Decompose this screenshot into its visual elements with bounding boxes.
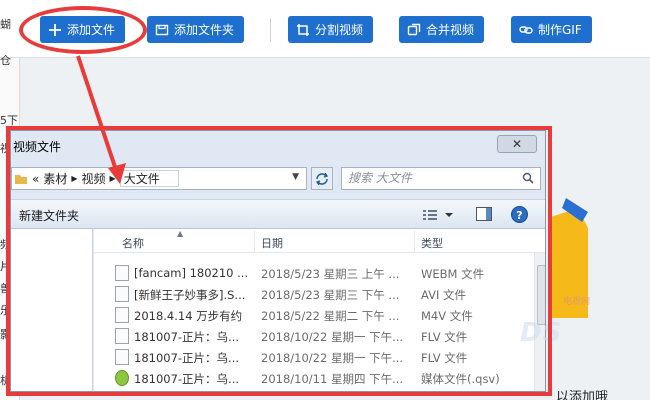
add-file-label: 添加文件	[67, 23, 116, 37]
file-type: WEBM 文件	[421, 267, 485, 281]
merge-video-label: 合并视频	[426, 23, 475, 37]
file-list: ▲ 名称 日期 类型 [fancam] 180210 ... 2018/5/23…	[94, 229, 545, 391]
media-file-icon	[115, 370, 129, 386]
file-name: 181007-正片：乌...	[134, 330, 240, 344]
view-options-button[interactable]	[421, 208, 455, 222]
navigation-pane[interactable]	[11, 229, 93, 391]
chevron-down-icon[interactable]: ▼	[292, 172, 299, 182]
split-video-button[interactable]: 分割视频	[288, 16, 374, 43]
make-gif-label: 制作GIF	[538, 23, 582, 37]
dialog-title: 视频文件	[13, 140, 62, 154]
breadcrumb-current[interactable]: 大文件	[119, 170, 179, 187]
video-file-icon	[115, 307, 129, 323]
command-bar: 新建文件夹 ?	[11, 199, 545, 229]
address-row: « 素材 ▶ 视频 ▶ 大文件 ▼ 搜索 大文件	[11, 167, 545, 193]
video-file-icon	[115, 349, 129, 365]
file-row[interactable]: 2018.4.14 万步有约 2018/5/22 星期二 下午 ... M4V …	[94, 305, 534, 325]
file-row[interactable]: 181007-正片：乌... 2018/10/22 星期一 下午... FLV …	[94, 326, 534, 346]
file-row[interactable]: [新鲜王子妙事多].S... 2018/5/23 星期三 下午 ... AVI …	[94, 284, 534, 304]
address-bar[interactable]: « 素材 ▶ 视频 ▶ 大文件 ▼	[11, 167, 307, 190]
scrollbar-thumb[interactable]	[537, 265, 545, 325]
bg-text: 5下	[0, 114, 18, 127]
merge-video-button[interactable]: 合并视频	[399, 16, 485, 43]
video-file-icon	[115, 328, 129, 344]
bg-text: 蝴	[0, 18, 11, 31]
watermark-logo: DS	[520, 318, 563, 348]
folder-icon	[155, 23, 169, 37]
breadcrumb-root[interactable]: «	[32, 172, 39, 186]
chevron-right-icon: ▶	[109, 174, 116, 183]
breadcrumb-item[interactable]: 视频	[82, 170, 106, 187]
chevron-right-icon: ▶	[71, 174, 78, 183]
file-date: 2018/10/22 星期一 下午...	[261, 351, 404, 365]
file-name: 2018.4.14 万步有约	[134, 309, 243, 323]
search-placeholder: 搜索 大文件	[348, 171, 412, 185]
file-row[interactable]: [fancam] 180210 ... 2018/5/23 星期三 上午 ...…	[94, 263, 534, 283]
video-file-icon	[115, 286, 129, 302]
file-type: FLV 文件	[421, 330, 468, 344]
file-type: FLV 文件	[421, 351, 468, 365]
file-type: AVI 文件	[421, 288, 467, 302]
watermark-text: 电视网	[563, 297, 591, 307]
add-file-button[interactable]: 添加文件	[40, 16, 126, 43]
file-name: [新鲜王子妙事多].S...	[134, 288, 246, 302]
refresh-button[interactable]	[311, 167, 333, 190]
file-name: [fancam] 180210 ...	[134, 266, 249, 280]
file-row[interactable]: 181007-正片：乌... 2018/10/11 星期四 下午... 媒体文件…	[94, 368, 534, 388]
toolbar-divider	[270, 18, 271, 42]
search-input[interactable]: 搜索 大文件	[341, 167, 541, 190]
refresh-icon	[315, 172, 329, 185]
column-divider[interactable]	[254, 231, 255, 251]
make-gif-button[interactable]: 制作GIF	[511, 16, 592, 43]
search-icon	[522, 172, 534, 184]
column-date[interactable]: 日期	[261, 235, 283, 251]
bg-text: 仓	[0, 54, 11, 67]
breadcrumb-item[interactable]: 素材	[43, 170, 67, 187]
link-icon	[519, 23, 533, 37]
background-hint-text: 以添加哦	[556, 390, 609, 400]
file-name: 181007-正片：乌...	[134, 351, 240, 365]
new-folder-button[interactable]: 新建文件夹	[19, 207, 79, 224]
close-button[interactable]: ✕	[497, 135, 537, 153]
add-folder-label: 添加文件夹	[174, 23, 235, 37]
file-row[interactable]: 181007-正片：乌... 2018/10/22 星期一 下午... FLV …	[94, 347, 534, 367]
file-date: 2018/5/22 星期二 下午 ...	[261, 309, 400, 323]
file-type: 媒体文件(.qsv)	[421, 372, 500, 386]
column-header: ▲ 名称 日期 类型	[94, 229, 545, 253]
crop-icon	[296, 23, 310, 37]
folder-icon	[15, 174, 27, 184]
file-type: M4V 文件	[421, 309, 473, 323]
close-icon: ✕	[511, 137, 523, 151]
column-type[interactable]: 类型	[421, 235, 443, 251]
file-date: 2018/5/23 星期三 下午 ...	[261, 288, 400, 302]
sort-ascending-icon: ▲	[177, 229, 184, 238]
preview-pane-button[interactable]	[476, 207, 492, 221]
column-name[interactable]: 名称	[122, 235, 144, 251]
help-button[interactable]: ?	[511, 206, 528, 223]
file-name: 181007-正片：乌...	[134, 372, 240, 386]
open-file-dialog: 视频文件 ✕ « 素材 ▶ 视频 ▶ 大文件 ▼ 搜索 大文件 新建文件夹 ? …	[10, 130, 546, 392]
merge-icon	[407, 23, 421, 37]
app-toolbar: 添加文件 添加文件夹 分割视频 合并视频 制作GIF	[0, 0, 650, 58]
column-divider[interactable]	[414, 231, 415, 251]
list-view-icon	[423, 210, 453, 220]
plus-icon	[48, 23, 62, 37]
file-date: 2018/5/23 星期三 上午 ...	[261, 267, 400, 281]
video-file-icon	[115, 265, 129, 281]
add-folder-button[interactable]: 添加文件夹	[147, 16, 245, 43]
file-date: 2018/10/22 星期一 下午...	[261, 330, 404, 344]
file-date: 2018/10/11 星期四 下午...	[261, 372, 404, 386]
split-video-label: 分割视频	[315, 23, 364, 37]
